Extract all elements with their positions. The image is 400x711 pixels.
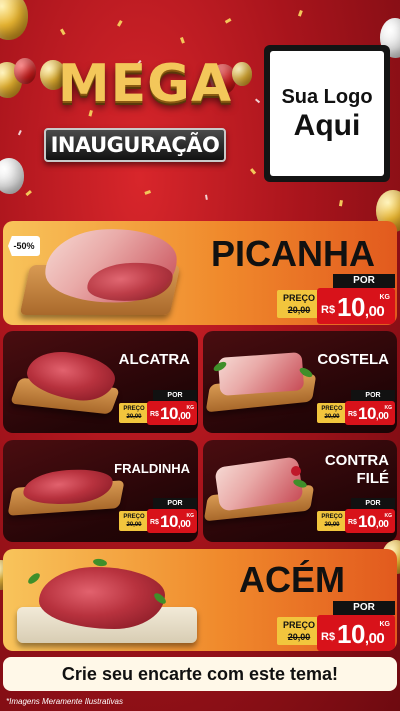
por-label: POR [153,498,197,509]
product-card-costela: COSTELA POR PREÇO 20,00 R$ 10,00 KG [203,331,397,433]
old-price-tag: PREÇO 20,00 [317,511,347,531]
costela-image [217,352,305,396]
product-name: COSTELA [317,351,389,368]
currency-symbol: R$ [150,411,159,418]
current-price: R$ 10,00 KG [317,288,395,324]
old-price: 20,00 [287,632,311,642]
product-name: ALCATRA [118,351,190,368]
unit-label: KG [379,294,391,301]
preco-label: PREÇO [321,514,343,520]
acem-image [39,567,165,629]
garnish-icon [26,571,42,586]
price-tag: POR PREÇO 20,00 R$ 10,00 KG [119,498,197,534]
current-price: R$ 10,00 KG [345,509,395,533]
old-price-tag: PREÇO 20,00 [119,403,149,423]
tomato-garnish-icon [291,466,301,476]
cta-banner: Crie seu encarte com este tema! [3,657,397,691]
old-price: 20,00 [126,522,142,528]
balloon-decoration [0,0,28,40]
current-price: R$ 10,00 KG [147,401,197,425]
old-price: 20,00 [324,414,340,420]
currency-symbol: R$ [321,304,336,316]
product-name: CONTRA FILÉ [325,452,389,488]
price-tag: POR PREÇO 20,00 R$ 10,00 KG [317,498,395,534]
por-label: POR [333,274,395,288]
price-tag: POR PREÇO 20,00 R$ 10,00 KG [277,274,395,324]
discount-badge: -50% [8,236,40,256]
current-price: R$ 10,00 KG [317,615,395,651]
unit-label: KG [186,405,195,411]
title-mega: MEGA [57,54,233,114]
product-card-acem: ACÉM POR PREÇO 20,00 R$ 10,00 KG [3,549,397,651]
unit-label: KG [186,513,195,519]
logo-text-line2: Aqui [293,108,361,142]
currency-symbol: R$ [150,519,159,526]
product-name-line1: CONTRA [324,452,389,469]
unit-label: KG [384,405,393,411]
product-name: PICANHA [210,233,375,274]
por-label: POR [153,390,197,401]
product-card-contra-file: CONTRA FILÉ POR PREÇO 20,00 R$ 10,00 KG [203,440,397,542]
old-price-tag: PREÇO 20,00 [317,403,347,423]
currency-symbol: R$ [348,519,357,526]
logo-text-line1: Sua Logo [281,85,373,108]
logo-placeholder: Sua Logo Aqui [264,45,390,182]
garnish-icon [92,557,108,568]
old-price-tag: PREÇO 20,00 [277,617,321,645]
price-tag: POR PREÇO 20,00 R$ 10,00 KG [317,390,395,426]
title-inauguracao: INAUGURAÇÃO [44,128,226,162]
por-label: POR [351,498,395,509]
unit-label: KG [379,621,391,628]
currency-symbol: R$ [348,411,357,418]
product-card-alcatra: ALCATRA POR PREÇO 20,00 R$ 10,00 KG [3,331,198,433]
current-price: R$ 10,00 KG [147,509,197,533]
old-price-tag: PREÇO 20,00 [119,511,149,531]
price-value: 10,00 [337,619,385,649]
old-price-tag: PREÇO 20,00 [277,290,321,318]
preco-label: PREÇO [282,293,315,303]
price-tag: POR PREÇO 20,00 R$ 10,00 KG [119,390,197,426]
preco-label: PREÇO [123,514,145,520]
product-card-fraldinha: FRALDINHA POR PREÇO 20,00 R$ 10,00 KG [3,440,198,542]
old-price: 20,00 [324,522,340,528]
old-price: 20,00 [126,414,142,420]
preco-label: PREÇO [321,406,343,412]
balloon-decoration [0,158,24,194]
disclaimer-text: *Imagens Meramente Ilustrativas [6,697,123,706]
preco-label: PREÇO [123,406,145,412]
old-price: 20,00 [287,305,311,315]
preco-label: PREÇO [282,620,315,630]
product-card-picanha: PICANHA POR PREÇO 20,00 R$ 10,00 KG [3,221,397,325]
unit-label: KG [384,513,393,519]
price-value: 10,00 [337,292,385,322]
product-name: FRALDINHA [114,461,190,476]
product-name: ACÉM [239,559,345,600]
por-label: POR [333,601,395,615]
por-label: POR [351,390,395,401]
current-price: R$ 10,00 KG [345,401,395,425]
price-tag: POR PREÇO 20,00 R$ 10,00 KG [277,601,395,651]
product-name-line2: FILÉ [356,470,390,487]
balloon-decoration [14,58,36,84]
currency-symbol: R$ [321,631,336,643]
